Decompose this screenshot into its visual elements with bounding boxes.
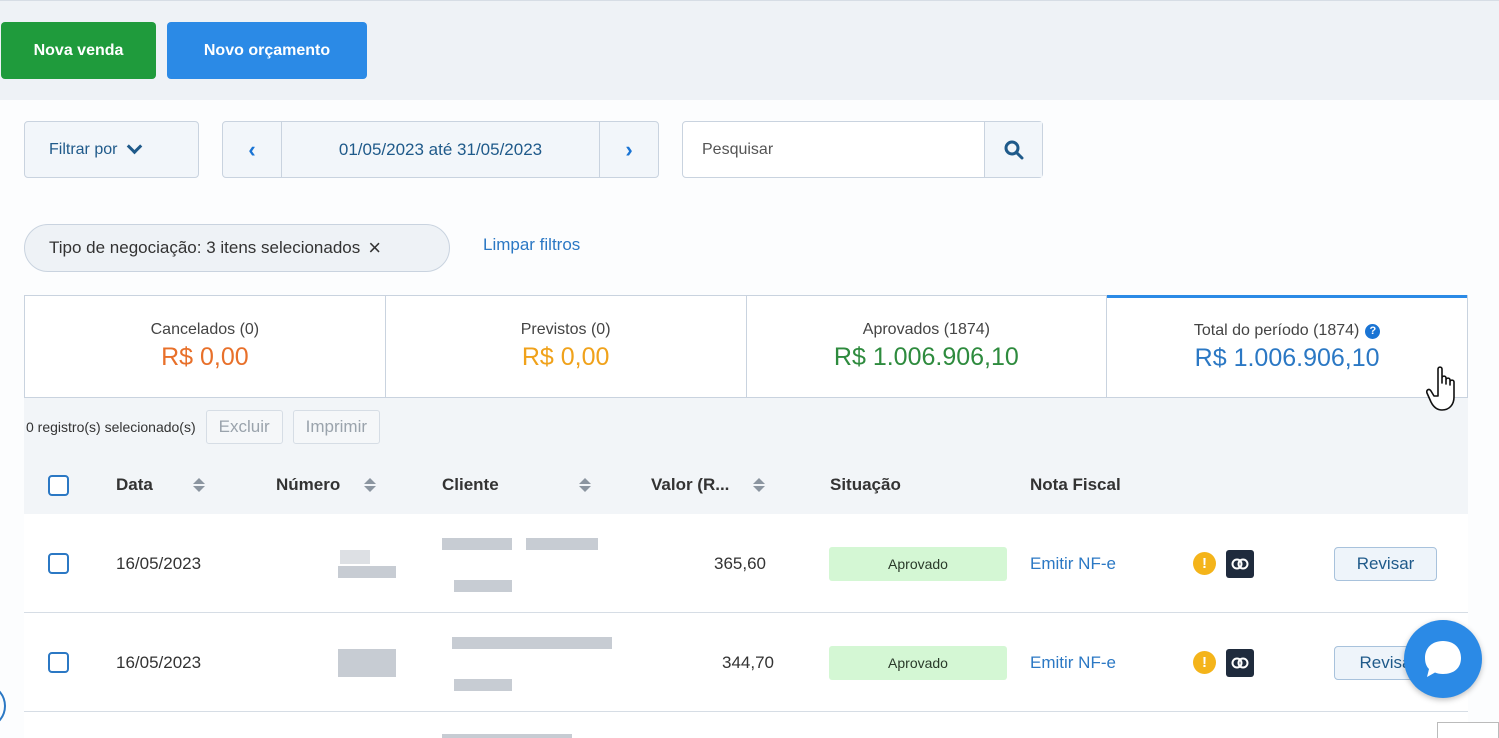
help-icon[interactable]: ?: [1365, 323, 1381, 339]
warning-icon[interactable]: !: [1193, 651, 1216, 674]
row-value: 365,60: [714, 553, 766, 573]
search-box: [682, 121, 1043, 178]
active-filter-label: Tipo de negociação: 3 itens selecionados: [49, 238, 361, 257]
issue-nfe-link[interactable]: Emitir NF-e: [1030, 554, 1116, 574]
col-value-label: Valor (R...: [651, 475, 730, 494]
sort-icon: [578, 478, 591, 492]
filter-by-dropdown[interactable]: Filtrar por: [24, 121, 199, 178]
link-icon[interactable]: [1226, 648, 1254, 677]
col-value[interactable]: Valor (R...: [651, 456, 766, 514]
new-quote-button[interactable]: Novo orçamento: [167, 22, 367, 79]
summary-label: Total do período (1874): [1193, 322, 1360, 339]
summary-value: R$ 1.006.906,10: [1194, 344, 1380, 372]
col-invoice: Nota Fiscal: [1030, 456, 1121, 514]
summary-cancelled[interactable]: Cancelados (0) R$ 0,00: [25, 296, 386, 397]
redacted-client: [454, 679, 512, 691]
select-all-checkbox[interactable]: [48, 474, 69, 496]
active-filter-chip: Tipo de negociação: 3 itens selecionados…: [24, 224, 450, 272]
col-status-label: Situação: [830, 475, 901, 494]
link-icon[interactable]: [1226, 549, 1254, 578]
corner-widget[interactable]: [1437, 722, 1499, 738]
delete-button[interactable]: Excluir: [205, 410, 283, 444]
table-row[interactable]: [24, 712, 1468, 738]
col-client-label: Cliente: [442, 475, 499, 494]
chat-icon: [1425, 641, 1461, 677]
row-status-cell: Aprovado: [829, 514, 1007, 613]
summary-value: R$ 0,00: [161, 343, 249, 371]
row-date: 16/05/2023: [116, 652, 202, 672]
redacted-client: [454, 580, 512, 592]
summary-label-wrap: Total do período (1874) ?: [1193, 322, 1381, 340]
sort-icon: [192, 478, 205, 492]
col-status: Situação: [830, 456, 901, 514]
row-icons: !: [1193, 514, 1254, 613]
col-date-label: Data: [116, 475, 153, 494]
hand-cursor-icon: [1426, 366, 1455, 411]
summary-approved[interactable]: Aprovados (1874) R$ 1.006.906,10: [747, 296, 1108, 397]
selected-count: 0 registro(s) selecionado(s): [26, 419, 196, 435]
row-date: 16/05/2023: [116, 553, 202, 573]
warning-icon[interactable]: !: [1193, 552, 1216, 575]
status-badge: Aprovado: [829, 546, 1007, 581]
row-invoice-cell: Emitir NF-e: [1030, 514, 1116, 613]
summary-label: Aprovados (1874): [862, 321, 990, 338]
side-widget-edge[interactable]: [0, 686, 6, 726]
col-invoice-label: Nota Fiscal: [1030, 475, 1121, 494]
clear-filters-link[interactable]: Limpar filtros: [483, 235, 580, 255]
redacted-client: [526, 538, 598, 550]
date-next-button[interactable]: ›: [600, 122, 658, 177]
row-value: 344,70: [722, 652, 774, 672]
row-checkbox[interactable]: [48, 652, 69, 673]
row-status-cell: Aprovado: [829, 613, 1007, 712]
top-toolbar: Nova venda Novo orçamento: [0, 0, 1499, 100]
sort-icon: [753, 478, 766, 492]
summary-forecast[interactable]: Previstos (0) R$ 0,00: [386, 296, 747, 397]
search-icon: [1004, 140, 1023, 159]
summary-value: R$ 0,00: [521, 343, 610, 371]
sort-icon: [364, 478, 377, 492]
col-number-label: Número: [276, 475, 341, 494]
chat-button[interactable]: [1404, 620, 1482, 698]
chevron-left-icon: ‹: [248, 136, 256, 162]
print-button[interactable]: Imprimir: [292, 410, 381, 444]
search-input[interactable]: [683, 122, 984, 177]
summary-label: Previstos (0): [520, 321, 611, 338]
row-select-cell: [48, 613, 69, 712]
summary-cards: Cancelados (0) R$ 0,00 Previstos (0) R$ …: [24, 295, 1468, 398]
date-prev-button[interactable]: ‹: [223, 122, 281, 177]
redacted-client: [442, 538, 512, 550]
table-header: Data Número Cliente Valor (R... Situação…: [24, 456, 1468, 514]
status-badge: Aprovado: [829, 645, 1007, 680]
row-invoice-cell: Emitir NF-e: [1030, 613, 1116, 712]
redacted-client: [442, 734, 572, 738]
col-date[interactable]: Data: [116, 456, 205, 514]
table-row[interactable]: 16/05/2023 365,60 Aprovado Emitir NF-e !…: [24, 514, 1468, 613]
summary-label: Cancelados (0): [150, 321, 260, 338]
redacted-client: [452, 637, 612, 649]
issue-nfe-link[interactable]: Emitir NF-e: [1030, 653, 1116, 673]
redacted-number: [340, 550, 370, 564]
row-checkbox[interactable]: [48, 553, 69, 574]
table-row[interactable]: 16/05/2023 344,70 Aprovado Emitir NF-e !…: [24, 613, 1468, 712]
close-icon[interactable]: ×: [368, 235, 381, 261]
date-range-navigator: ‹ 01/05/2023 até 31/05/2023 ›: [222, 121, 659, 178]
summary-value: R$ 1.006.906,10: [833, 343, 1019, 371]
date-range-display[interactable]: 01/05/2023 até 31/05/2023: [281, 122, 600, 177]
row-review-cell: Revisar: [1334, 514, 1437, 613]
filter-by-label: Filtrar por: [49, 140, 118, 158]
redacted-number: [338, 566, 396, 578]
col-client[interactable]: Cliente: [442, 456, 591, 514]
review-button[interactable]: Revisar: [1334, 546, 1437, 581]
chevron-down-icon: [127, 138, 143, 155]
bulk-actions-bar: 0 registro(s) selecionado(s) Excluir Imp…: [24, 398, 1468, 456]
summary-total[interactable]: Total do período (1874) ? R$ 1.006.906,1…: [1107, 295, 1467, 397]
select-all-cell: [48, 456, 69, 514]
col-number[interactable]: Número: [276, 456, 377, 514]
new-sale-button[interactable]: Nova venda: [1, 22, 156, 79]
row-icons: !: [1193, 613, 1254, 712]
chevron-right-icon: ›: [625, 136, 633, 162]
search-button[interactable]: [984, 122, 1042, 177]
row-select-cell: [48, 514, 69, 613]
redacted-number: [338, 649, 396, 677]
